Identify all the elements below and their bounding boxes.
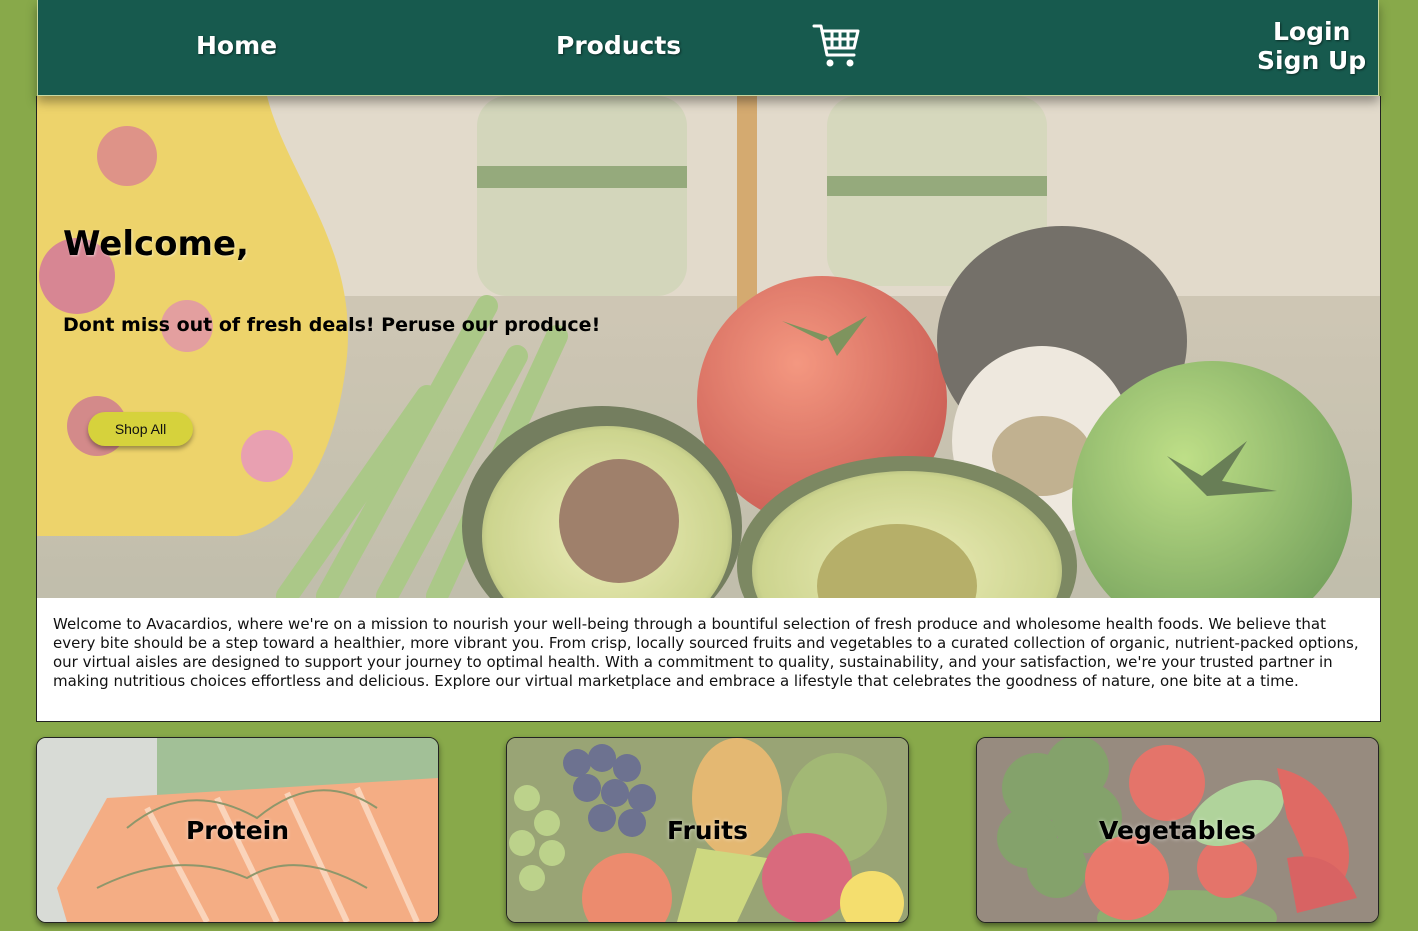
hero-overlay: [37, 96, 1380, 598]
category-label: Vegetables: [1099, 816, 1256, 845]
category-card-fruits[interactable]: Fruits: [506, 737, 909, 923]
hero-title: Welcome,: [63, 224, 249, 264]
nav-signup-link[interactable]: Sign Up: [1257, 46, 1366, 75]
category-card-vegetables[interactable]: Vegetables: [976, 737, 1379, 923]
nav-login-link[interactable]: Login: [1273, 17, 1350, 46]
category-label: Protein: [185, 816, 290, 845]
category-label: Fruits: [666, 816, 748, 845]
nav-home-link[interactable]: Home: [196, 31, 277, 60]
category-card-protein[interactable]: Protein: [36, 737, 439, 923]
shop-all-button[interactable]: Shop All: [88, 412, 193, 446]
nav-products-link[interactable]: Products: [556, 31, 681, 60]
about-paragraph: Welcome to Avacardios, where we're on a …: [36, 598, 1381, 722]
top-navigation: Home Products Login Sign Up: [37, 0, 1379, 96]
hero-banner: Welcome, Dont miss out of fresh deals! P…: [36, 96, 1381, 598]
shopping-cart-icon[interactable]: [812, 22, 860, 70]
hero-subtitle: Dont miss out of fresh deals! Peruse our…: [63, 314, 601, 336]
